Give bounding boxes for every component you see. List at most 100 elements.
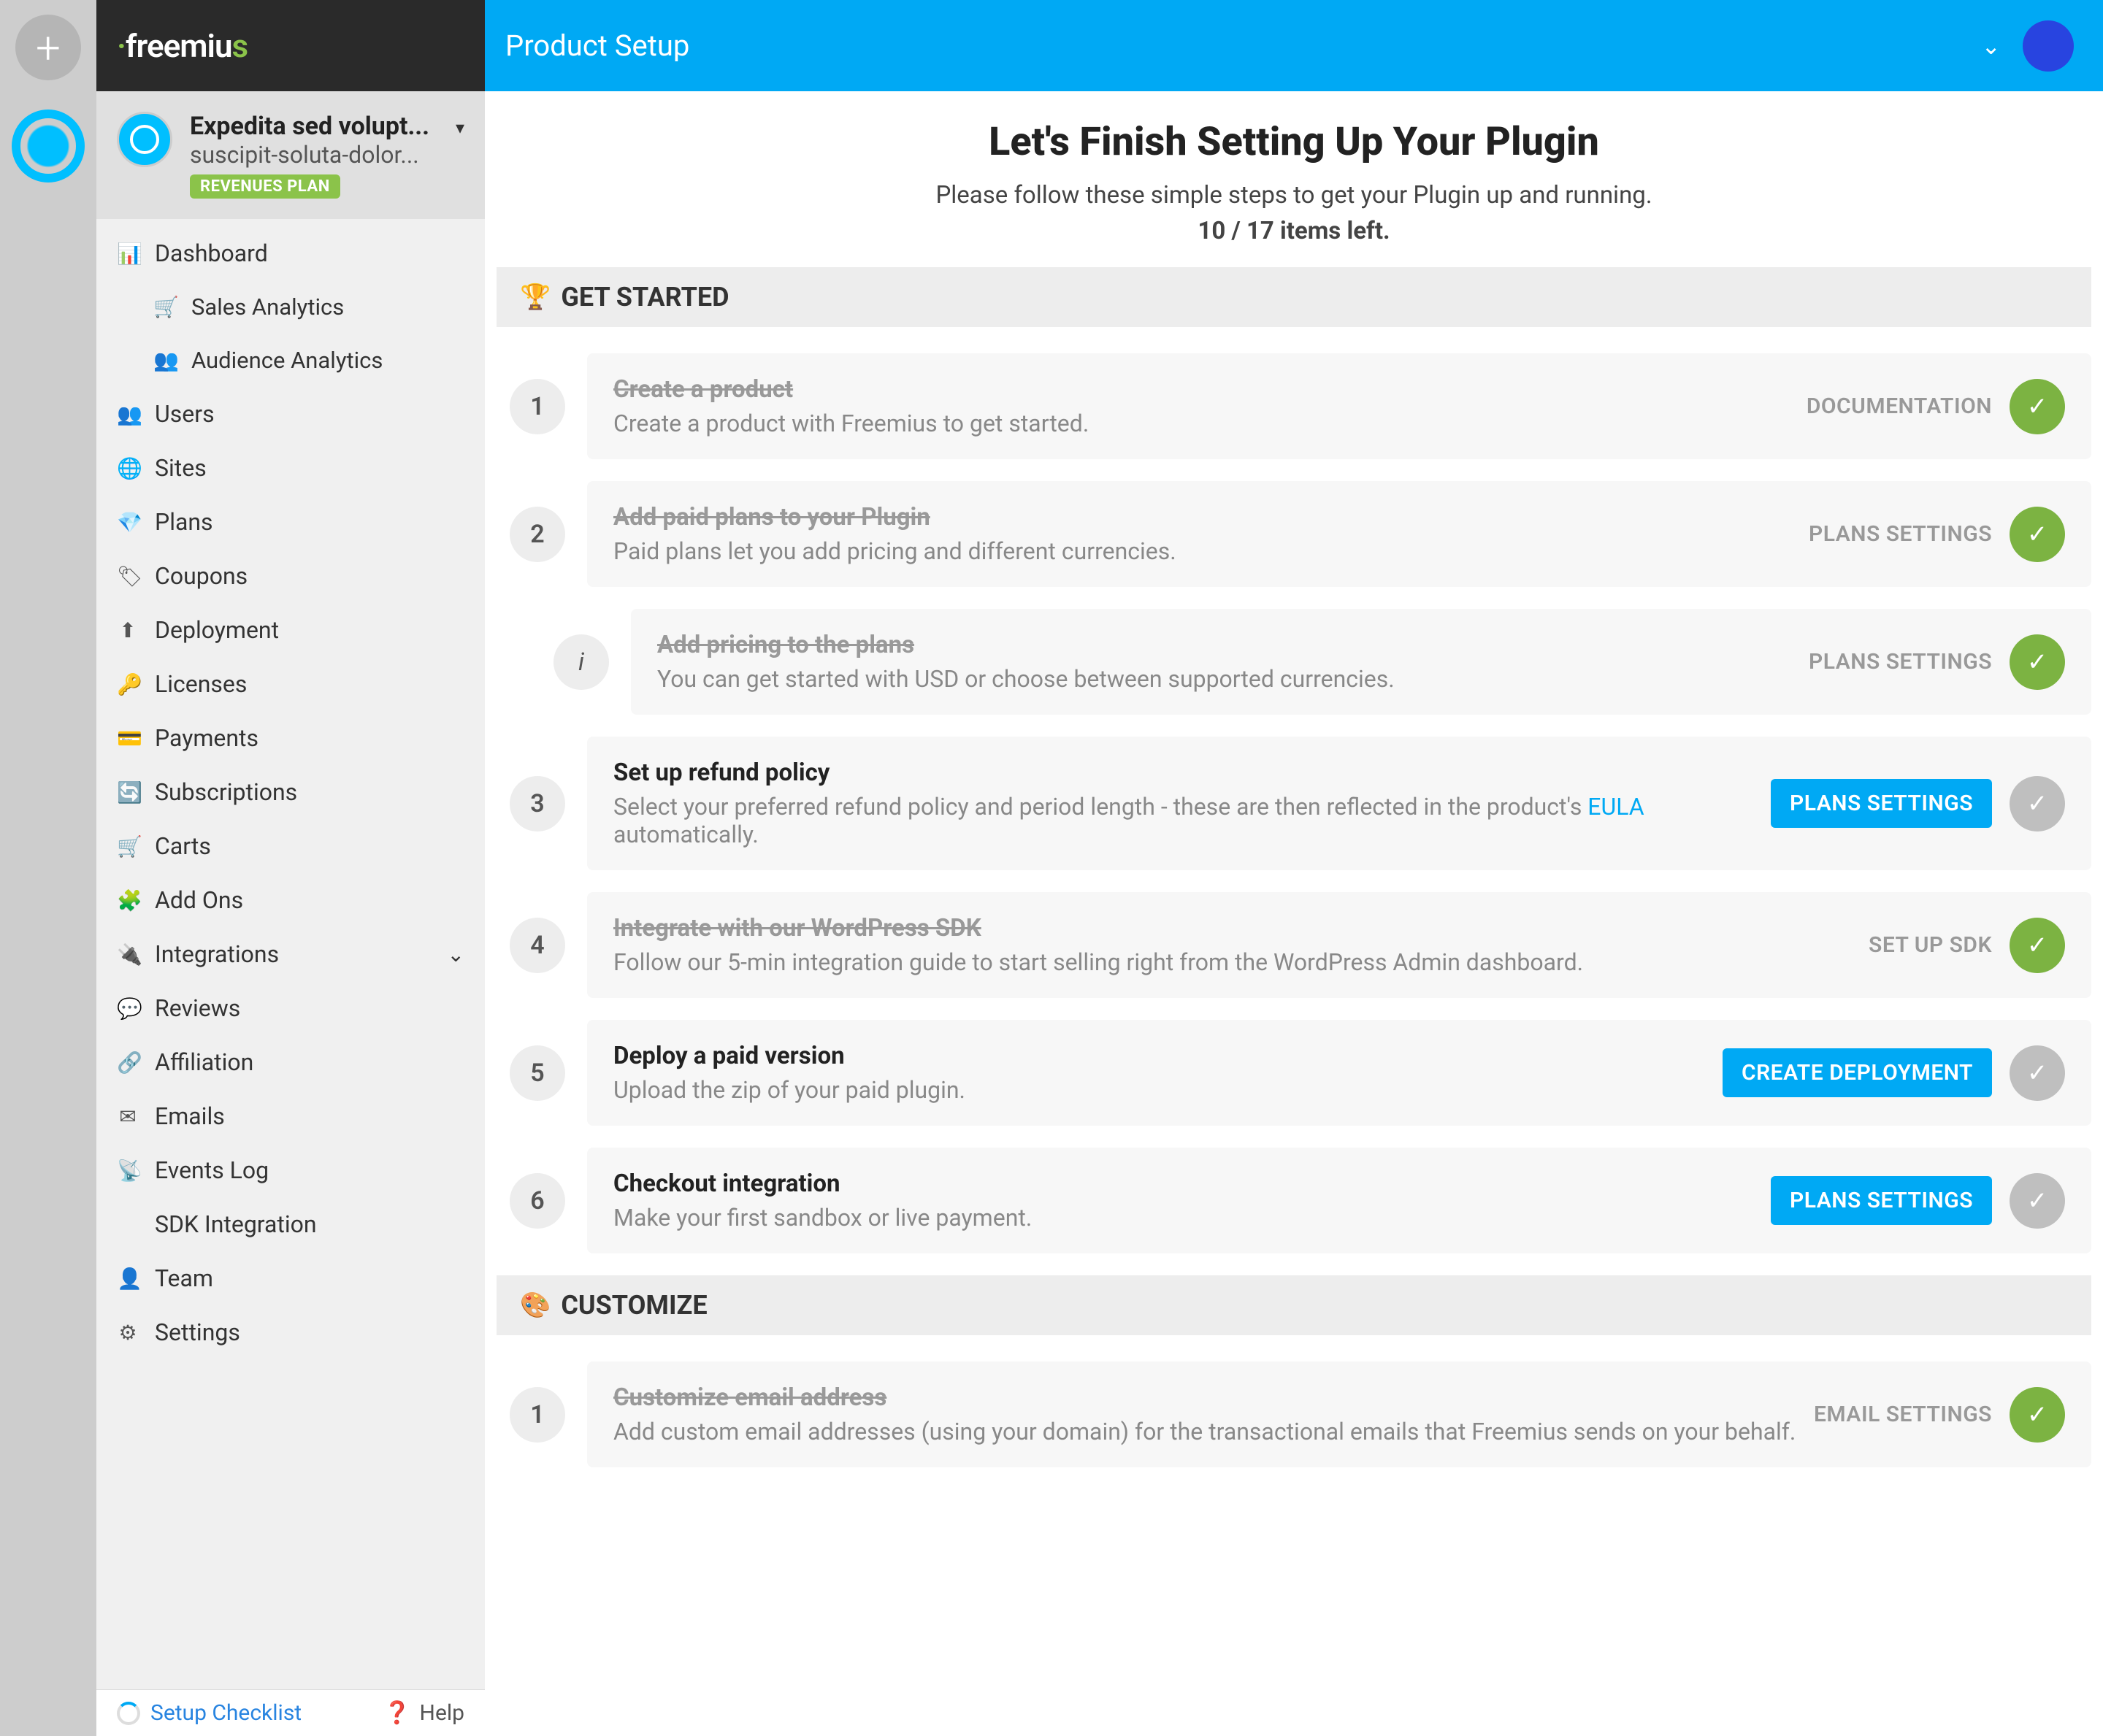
- step-action-button[interactable]: PLANS SETTINGS: [1771, 779, 1992, 828]
- product-switcher[interactable]: Expedita sed volupt... suscipit-soluta-d…: [96, 91, 485, 219]
- nav-reviews[interactable]: 💬Reviews: [96, 981, 485, 1035]
- nav-integrations[interactable]: 🔌Integrations⌄: [96, 927, 485, 981]
- chevron-down-icon: ⌄: [448, 942, 464, 967]
- step-check-icon: ✓: [2010, 634, 2065, 690]
- step-number: 1: [510, 1387, 565, 1443]
- nav-plans[interactable]: 💎 Plans: [96, 495, 485, 549]
- spinner-icon: [117, 1702, 140, 1725]
- reviews-icon: 💬: [117, 996, 139, 1021]
- app-rail: +: [0, 0, 96, 1736]
- nav-label: Coupons: [155, 562, 248, 590]
- step-desc: Follow our 5-min integration guide to st…: [613, 948, 1851, 976]
- nav-sales-analytics[interactable]: 🛒Sales Analytics: [96, 280, 485, 334]
- step-body: Deploy a paid version Upload the zip of …: [587, 1020, 2091, 1126]
- addons-icon: 🧩: [117, 888, 139, 913]
- nav-label: Plans: [155, 508, 213, 536]
- nav-sdk-integration[interactable]: SDK Integration: [96, 1197, 485, 1251]
- carts-icon: 🛒: [117, 834, 139, 859]
- team-icon: 👤: [117, 1267, 139, 1291]
- nav-subscriptions[interactable]: 🔄 Subscriptions: [96, 765, 485, 819]
- nav-sites[interactable]: 🌐 Sites: [96, 441, 485, 495]
- step-number: i: [553, 634, 609, 690]
- header: Product Setup ⌄: [485, 0, 2103, 91]
- nav-label: Affiliation: [155, 1048, 253, 1076]
- step-action-button[interactable]: CREATE DEPLOYMENT: [1723, 1048, 1992, 1097]
- step-action-button[interactable]: PLANS SETTINGS: [1771, 1176, 1992, 1225]
- nav-coupons[interactable]: 🏷 Coupons: [96, 549, 485, 603]
- nav-settings[interactable]: ⚙Settings: [96, 1305, 485, 1359]
- hero: Let's Finish Setting Up Your Plugin Plea…: [497, 119, 2091, 245]
- step-action-link[interactable]: PLANS SETTINGS: [1809, 649, 1992, 675]
- nav-team[interactable]: 👤Team: [96, 1251, 485, 1305]
- product-title: Expedita sed volupt...: [190, 112, 438, 141]
- step-5: 5 Deploy a paid version Upload the zip o…: [497, 1020, 2091, 1126]
- step-desc: Make your first sandbox or live payment.: [613, 1204, 1753, 1232]
- step-title: Add paid plans to your Plugin: [613, 503, 1791, 531]
- nav-carts[interactable]: 🛒Carts: [96, 819, 485, 873]
- nav-users[interactable]: 👥Users: [96, 387, 485, 441]
- step-number: 1: [510, 379, 565, 434]
- step-check-icon[interactable]: ✓: [2010, 1173, 2065, 1229]
- step-body: Create a product Create a product with F…: [587, 353, 2091, 459]
- step-number: 4: [510, 918, 565, 973]
- section-customize: 🎨 CUSTOMIZE: [497, 1275, 2091, 1335]
- topbar: ·freemius Product Setup ⌄: [96, 0, 2103, 91]
- step-check-icon[interactable]: ✓: [2010, 1045, 2065, 1101]
- step-action-link[interactable]: DOCUMENTATION: [1807, 393, 1992, 419]
- app-logo-button[interactable]: [12, 110, 85, 183]
- step-3: 3 Set up refund policy Select your prefe…: [497, 737, 2091, 870]
- nav-label: Payments: [155, 724, 258, 752]
- avatar[interactable]: [2023, 20, 2074, 72]
- brand-name: ·freemius: [117, 27, 248, 65]
- plans-icon: 💎: [117, 510, 139, 534]
- nav-label: Integrations: [155, 940, 279, 968]
- events-log-icon: 📡: [117, 1159, 139, 1183]
- nav-licenses[interactable]: 🔑 Licenses: [96, 657, 485, 711]
- step-action-link[interactable]: PLANS SETTINGS: [1809, 521, 1992, 547]
- nav-events-log[interactable]: 📡Events Log: [96, 1143, 485, 1197]
- step-desc: Create a product with Freemius to get st…: [613, 410, 1789, 437]
- settings-icon: ⚙: [117, 1321, 139, 1345]
- page-title: Product Setup: [505, 28, 689, 63]
- sales-analytics-icon: 🛒: [153, 295, 175, 319]
- step-action-link[interactable]: EMAIL SETTINGS: [1814, 1402, 1992, 1427]
- audience-analytics-icon: 👥: [153, 348, 175, 372]
- help-link[interactable]: ❓ Help: [383, 1700, 464, 1726]
- step-1: 1 Create a product Create a product with…: [497, 353, 2091, 459]
- step-body: Add pricing to the plans You can get sta…: [631, 609, 2091, 715]
- nav-dashboard[interactable]: 📊Dashboard: [96, 226, 485, 280]
- nav-affiliation[interactable]: 🔗Affiliation: [96, 1035, 485, 1089]
- help-icon: ❓: [383, 1700, 410, 1726]
- header-menu-chevron-icon[interactable]: ⌄: [1981, 32, 2001, 60]
- step-title: Add pricing to the plans: [657, 631, 1791, 659]
- nav-payments[interactable]: 💳Payments: [96, 711, 485, 765]
- nav-emails[interactable]: ✉Emails: [96, 1089, 485, 1143]
- subscriptions-icon: 🔄: [117, 780, 139, 804]
- sites-icon: 🌐: [117, 456, 139, 480]
- add-app-button[interactable]: +: [15, 15, 81, 80]
- step-title: Integrate with our WordPress SDK: [613, 914, 1851, 942]
- palette-icon: 🎨: [520, 1291, 551, 1320]
- users-icon: 👥: [117, 402, 139, 426]
- licenses-icon: 🔑: [117, 672, 139, 696]
- setup-checklist-link[interactable]: Setup Checklist: [117, 1700, 302, 1726]
- step-check-icon[interactable]: ✓: [2010, 776, 2065, 831]
- product-plan-badge: REVENUES PLAN: [190, 174, 340, 199]
- nav: 📊Dashboard🛒Sales Analytics👥Audience Anal…: [96, 219, 485, 1736]
- step-title: Checkout integration: [613, 1170, 1753, 1198]
- step-i: i Add pricing to the plans You can get s…: [540, 609, 2091, 715]
- hero-progress: 10 / 17 items left.: [1198, 217, 1390, 245]
- nav-label: Subscriptions: [155, 778, 297, 806]
- nav-label: Sites: [155, 454, 207, 482]
- nav-label: Licenses: [155, 670, 247, 698]
- coupons-icon: 🏷: [117, 564, 139, 588]
- eula-link[interactable]: EULA: [1587, 793, 1644, 821]
- step-number: 6: [510, 1173, 565, 1229]
- step-check-icon: ✓: [2010, 507, 2065, 562]
- nav-deployment[interactable]: ⬆Deployment: [96, 603, 485, 657]
- product-subtitle: suscipit-soluta-dolor...: [190, 141, 438, 169]
- nav-addons[interactable]: 🧩Add Ons: [96, 873, 485, 927]
- step-desc: Select your preferred refund policy and …: [613, 793, 1753, 848]
- step-action-link[interactable]: SET UP SDK: [1869, 932, 1992, 958]
- nav-audience-analytics[interactable]: 👥Audience Analytics: [96, 334, 485, 387]
